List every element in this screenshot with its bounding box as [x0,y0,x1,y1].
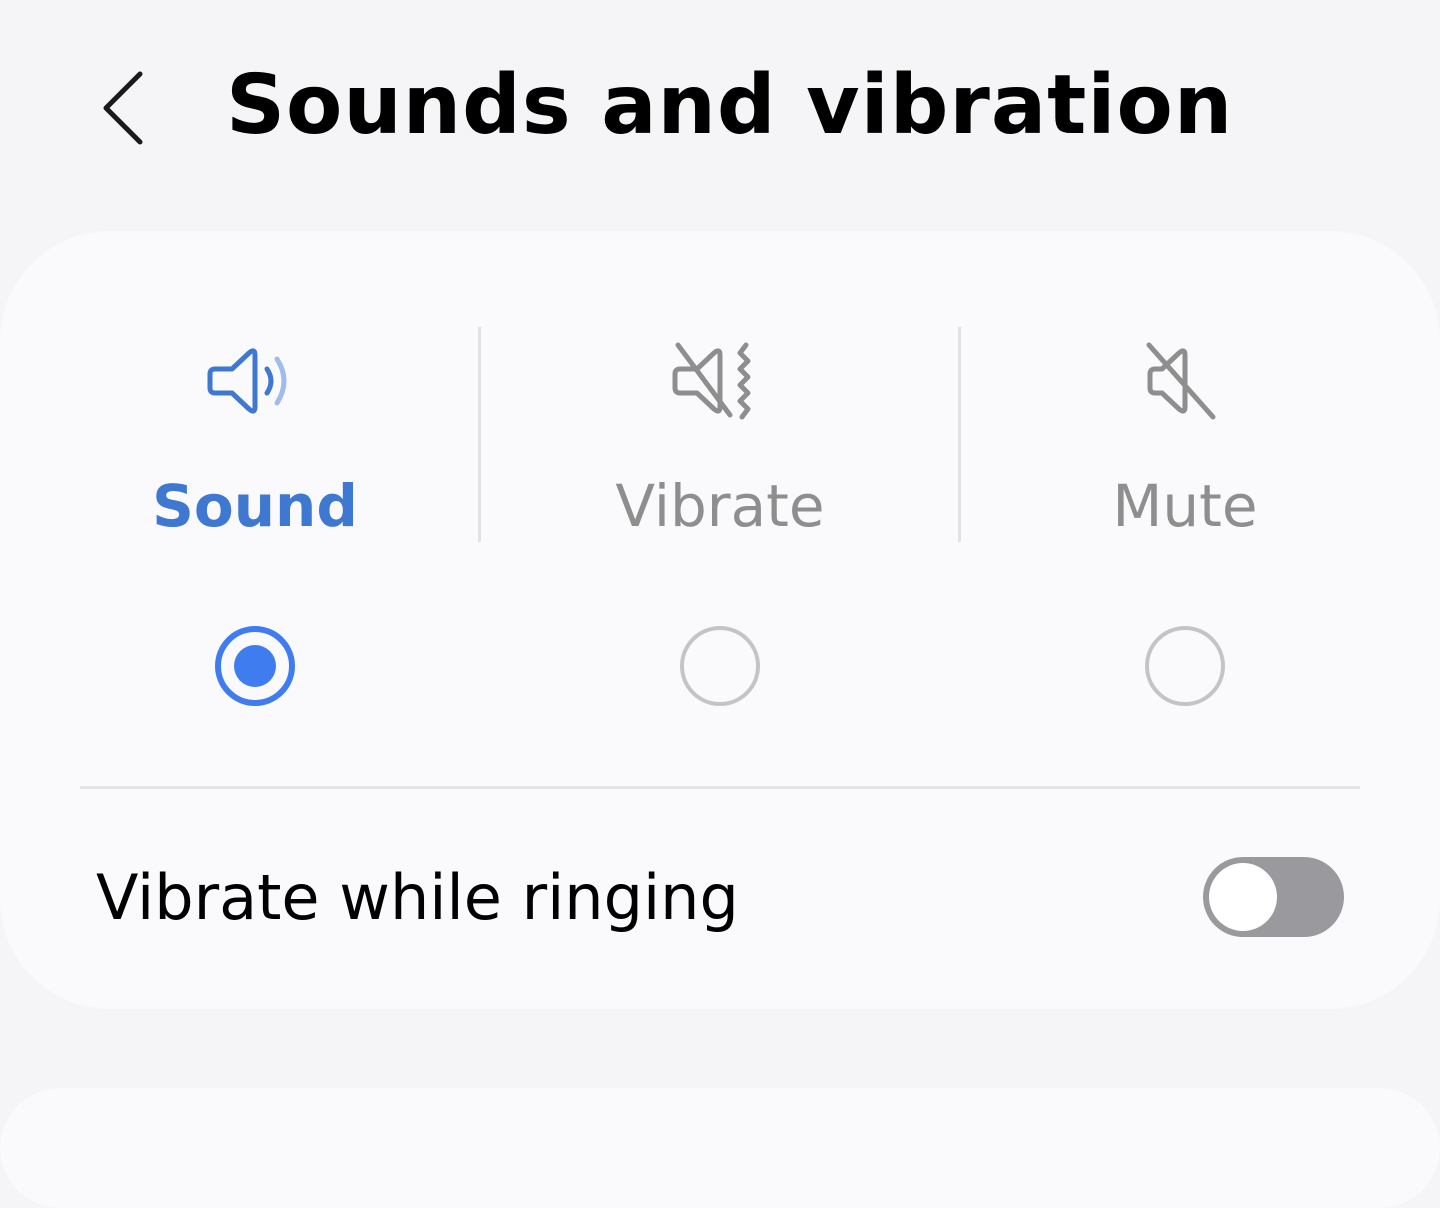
chevron-left-icon [103,71,143,145]
sound-mode-radio-mute[interactable] [1145,626,1225,706]
speaker-mute-icon [1146,342,1216,420]
radio-selected-dot [234,645,276,687]
next-settings-card [0,1088,1440,1208]
speaker-vibrate-icon [672,342,751,420]
sound-mode-label-vibrate: Vibrate [615,472,825,540]
sound-mode-option-vibrate[interactable]: Vibrate [495,231,945,751]
sound-mode-radio-vibrate[interactable] [680,626,760,706]
sound-mode-selector: Sound Vibrate Mute [0,231,1440,751]
sound-mode-label-mute: Mute [1112,472,1258,540]
sound-mode-radio-sound[interactable] [215,626,295,706]
vibrate-while-ringing-label: Vibrate while ringing [96,861,739,934]
section-divider [80,786,1360,789]
vibrate-while-ringing-toggle[interactable] [1203,857,1344,937]
sound-mode-option-sound[interactable]: Sound [30,231,480,751]
vibrate-while-ringing-row[interactable]: Vibrate while ringing [0,791,1440,1006]
header: Sounds and vibration [0,0,1440,220]
toggle-knob [1209,863,1277,931]
speaker-sound-icon [207,348,287,414]
back-button[interactable] [88,58,168,154]
sound-mode-card: Sound Vibrate Mute Vibrate while ringing [0,231,1440,1009]
sound-mode-label-sound: Sound [152,472,358,540]
sound-mode-option-mute[interactable]: Mute [960,231,1410,751]
page-title: Sounds and vibration [226,58,1234,153]
mode-divider [478,327,481,542]
